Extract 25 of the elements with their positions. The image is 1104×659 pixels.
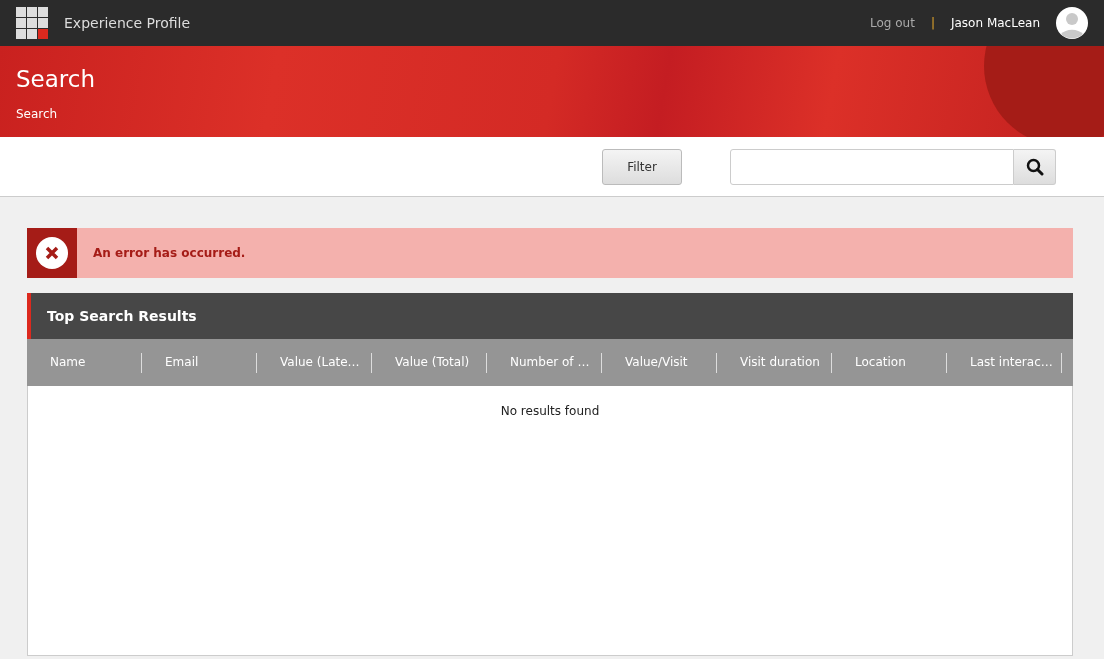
column-header[interactable]: Number of … [487, 352, 602, 373]
column-header[interactable]: Value (Late… [257, 352, 372, 373]
column-header[interactable]: Value (Total) [372, 352, 487, 373]
filter-button[interactable]: Filter [602, 148, 682, 185]
breadcrumb-text: Search [16, 105, 59, 123]
app-grid-icon[interactable] [16, 7, 48, 39]
separator: | [930, 15, 935, 32]
results-title: Top Search Results [47, 306, 197, 326]
empty-message: No results found [500, 403, 600, 420]
error-message: An error has occurred. [93, 245, 246, 262]
logout-link[interactable]: Log out [870, 14, 915, 32]
search-field[interactable] [730, 148, 1014, 185]
app-title: Experience Profile [64, 13, 191, 33]
column-header[interactable]: Last interac… [947, 352, 1062, 373]
column-header[interactable]: Value/Visit [602, 352, 717, 373]
search-button[interactable] [1014, 148, 1056, 185]
user-name[interactable]: Jason MacLean [950, 14, 1040, 32]
error-icon [36, 237, 68, 269]
avatar-icon[interactable] [1056, 7, 1088, 39]
column-header[interactable]: Name [27, 352, 142, 373]
search-icon [1025, 157, 1044, 176]
column-header[interactable]: Visit duration [717, 352, 832, 373]
column-header[interactable]: Location [832, 352, 947, 373]
page-title: Search [16, 65, 97, 94]
column-header[interactable]: Email [142, 352, 257, 373]
